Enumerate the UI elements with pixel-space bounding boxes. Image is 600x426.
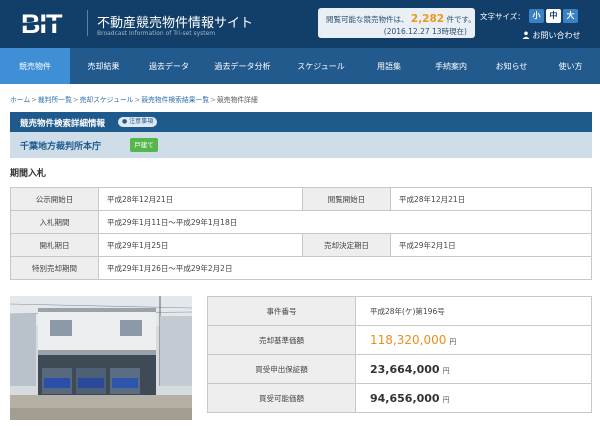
breadcrumb-courts[interactable]: 裁判所一覧 (38, 96, 72, 104)
notice-label: 注意事項 (129, 118, 154, 125)
opening-date-label: 開札期日 (10, 233, 99, 257)
possible-price-value: 94,656,000 (370, 391, 440, 405)
nav-label: 過去データ分析 (214, 61, 271, 71)
nav-label: 用語集 (377, 61, 401, 71)
contact-link[interactable]: お問い合わせ (522, 30, 581, 41)
site-subtitle: Broadcast Information of Tri-set system (97, 30, 216, 37)
property-type-tag: 戸建て (130, 138, 158, 152)
public-start-value: 平成28年12月21日 (98, 187, 303, 211)
table-row: 入札期間 平成29年1月11日〜平成29年1月18日 (10, 210, 592, 234)
bid-period-label: 入札期間 (10, 210, 99, 234)
header-divider (87, 10, 88, 36)
bit-logo[interactable]: BIT (20, 9, 80, 37)
nav-item-past-analysis[interactable]: 過去データ分析 (201, 48, 284, 84)
search-detail-title: 競売物件検索詳細情報 (20, 119, 106, 129)
nav-item-auction[interactable]: 競売物件 (0, 48, 70, 84)
font-large-button[interactable]: 大 (563, 9, 578, 23)
bid-period-value: 平成29年1月11日〜平成29年1月18日 (98, 210, 592, 234)
breadcrumb-separator: > (210, 96, 216, 104)
count-line: 閲覧可能な競売物件は、 2,282 件です。 (326, 13, 476, 25)
court-name: 千葉地方裁判所本庁 (20, 142, 102, 152)
font-small-button[interactable]: 小 (529, 9, 544, 23)
nav-item-past-data[interactable]: 過去データ (137, 48, 201, 84)
base-price-value: 118,320,000 (370, 333, 447, 347)
opening-date-value: 平成29年1月25日 (98, 233, 303, 257)
notice-badge[interactable]: ● 注意事項 (118, 117, 158, 127)
nav-item-news[interactable]: お知らせ (482, 48, 541, 84)
nav-label: 売却結果 (87, 61, 120, 71)
yen-unit: 円 (449, 338, 457, 346)
breadcrumb-home[interactable]: ホーム (10, 96, 30, 104)
case-number-value: 平成28年(ケ)第196号 (355, 296, 592, 326)
special-sale-label: 特別売却期間 (10, 256, 99, 280)
public-start-label: 公示開始日 (10, 187, 99, 211)
nav-item-schedule[interactable]: スケジュール (284, 48, 358, 84)
deposit-label: 買受申出保証額 (207, 354, 356, 384)
decision-date-value: 平成29年2月1日 (390, 233, 592, 257)
table-row: 事件番号 平成28年(ケ)第196号 (207, 296, 592, 326)
nav-label: 競売物件 (19, 61, 51, 71)
special-sale-value: 平成29年1月26日〜平成29年2月2日 (98, 256, 592, 280)
base-price-label: 売却基準価額 (207, 325, 356, 355)
search-detail-bar: 競売物件検索詳細情報 ● 注意事項 (10, 112, 592, 132)
period-heading: 期間入札 (10, 169, 47, 179)
table-row: 特別売却期間 平成29年1月26日〜平成29年2月2日 (10, 256, 592, 280)
person-icon (522, 31, 530, 39)
case-number-label: 事件番号 (207, 296, 356, 326)
count-value: 2,282 (410, 13, 445, 25)
breadcrumb-current: 競売物件詳細 (216, 96, 258, 104)
table-row: 開札期日 平成29年1月25日 売却決定期日 平成29年2月1日 (10, 233, 592, 257)
period-table: 公示開始日 平成28年12月21日 閲覧開始日 平成28年12月21日 入札期間… (10, 187, 592, 280)
nav-label: 過去データ (149, 61, 189, 71)
table-row: 公示開始日 平成28年12月21日 閲覧開始日 平成28年12月21日 (10, 187, 592, 211)
font-size-label: 文字サイズ： (480, 12, 525, 21)
font-medium-button[interactable]: 中 (546, 9, 561, 23)
nav-label: 手続案内 (435, 61, 467, 71)
deposit-value: 23,664,000 (370, 362, 440, 376)
view-start-label: 閲覧開始日 (302, 187, 391, 211)
site-header: BIT 不動産競売物件情報サイト Broadcast Information o… (0, 0, 600, 48)
site-title: 不動産競売物件情報サイト (97, 16, 254, 31)
breadcrumb: ホーム>裁判所一覧>売却スケジュール>競売物件検索結果一覧>競売物件詳細 (10, 94, 258, 104)
breadcrumb-separator: > (72, 96, 79, 104)
nav-item-glossary[interactable]: 用語集 (358, 48, 420, 84)
nav-label: 使い方 (558, 61, 583, 71)
breadcrumb-search-results[interactable]: 競売物件検索結果一覧 (141, 96, 209, 104)
count-date: (2016.12.27 13時現在) (383, 27, 467, 36)
possible-price-cell: 94,656,000 円 (355, 383, 592, 413)
nav-label: お知らせ (495, 61, 528, 71)
nav-item-results[interactable]: 売却結果 (70, 48, 137, 84)
breadcrumb-separator: > (31, 96, 37, 104)
yen-unit: 円 (442, 395, 450, 404)
count-prefix: 閲覧可能な競売物件は、 (326, 15, 409, 24)
yen-unit: 円 (442, 366, 450, 375)
table-row: 買受可能価額 94,656,000 円 (207, 383, 592, 413)
possible-price-label: 買受可能価額 (207, 383, 356, 413)
nav-label: スケジュール (297, 61, 345, 71)
breadcrumb-schedule[interactable]: 売却スケジュール (80, 96, 134, 104)
property-count-box: 閲覧可能な競売物件は、 2,282 件です。 (2016.12.27 13時現在… (318, 8, 476, 38)
deposit-cell: 23,664,000 円 (355, 354, 592, 384)
property-photo[interactable] (10, 296, 192, 420)
contact-label: お問い合わせ (532, 31, 581, 40)
case-info-table: 事件番号 平成28年(ケ)第196号 売却基準価額 118,320,000 円 買… (207, 296, 592, 413)
nav-item-procedures[interactable]: 手続案内 (420, 48, 482, 84)
court-bar: 千葉地方裁判所本庁 戸建て (10, 132, 592, 158)
decision-date-label: 売却決定期日 (302, 233, 391, 257)
base-price-cell: 118,320,000 円 (355, 325, 592, 355)
table-row: 売却基準価額 118,320,000 円 (207, 325, 592, 355)
count-suffix: 件です。 (446, 15, 476, 24)
view-start-value: 平成28年12月21日 (390, 187, 592, 211)
table-row: 買受申出保証額 23,664,000 円 (207, 354, 592, 384)
nav-item-howto[interactable]: 使い方 (541, 48, 600, 84)
main-nav: 競売物件 売却結果 過去データ 過去データ分析 スケジュール 用語集 手続案内 … (0, 48, 600, 84)
breadcrumb-separator: > (134, 96, 141, 104)
